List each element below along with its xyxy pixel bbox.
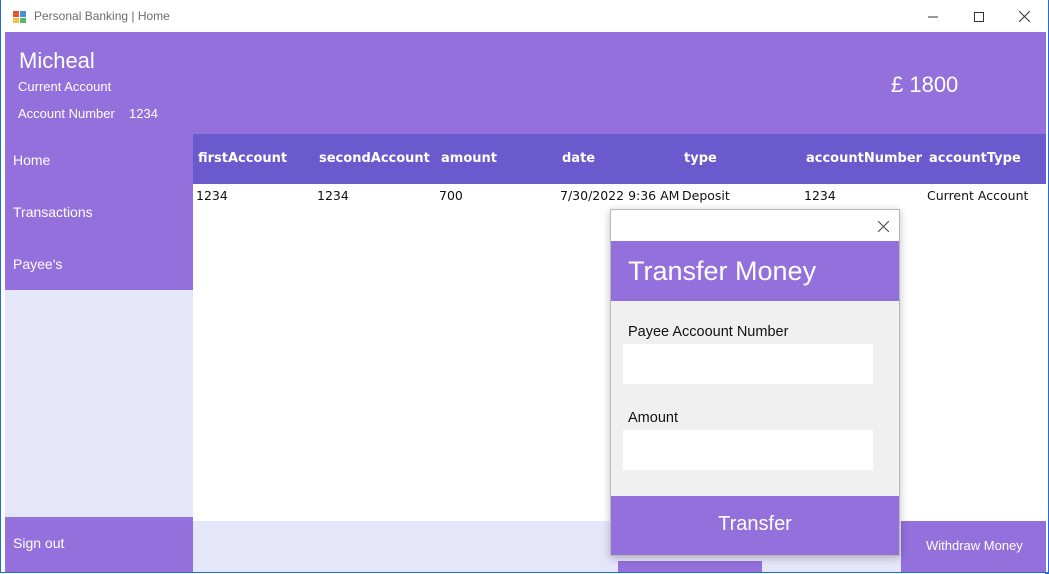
dialog-close-button[interactable]	[873, 216, 893, 236]
account-number-label: Account Number	[18, 106, 115, 121]
amount-input[interactable]	[623, 430, 873, 470]
account-header: Micheal Current Account Account Number 1…	[5, 32, 1046, 134]
nav-home[interactable]: Home	[13, 152, 50, 168]
app-icon	[13, 9, 27, 23]
close-button[interactable]	[1001, 0, 1047, 32]
main-window: Personal Banking | Home Micheal Current …	[0, 0, 1049, 573]
sign-out-label: Sign out	[13, 535, 65, 551]
column-header[interactable]: firstAccount	[198, 151, 287, 166]
withdraw-money-button[interactable]: Withdraw Money	[901, 521, 1046, 572]
transfer-money-dialog: Transfer Money Payee Accoount Number Amo…	[610, 209, 900, 556]
column-header[interactable]: date	[562, 151, 595, 166]
nav-payees[interactable]: Payee's	[13, 256, 62, 272]
maximize-icon	[974, 7, 984, 26]
sign-out-button[interactable]: Sign out	[5, 517, 193, 572]
maximize-button[interactable]	[956, 0, 1002, 32]
transfer-button-label: Transfer	[718, 513, 792, 535]
payee-account-number-label: Payee Accoount Number	[628, 324, 789, 340]
minimize-icon	[928, 7, 938, 26]
amount-label: Amount	[628, 410, 678, 426]
sidebar: Home Transactions Payee's Sign out	[5, 134, 193, 572]
close-icon	[877, 217, 889, 236]
dialog-title-bar	[611, 210, 899, 241]
table-cell: 1234	[317, 188, 349, 203]
window-title: Personal Banking | Home	[34, 9, 170, 23]
balance: £ 1800	[891, 72, 959, 97]
table-cell: 7/30/2022 9:36 AM	[560, 188, 680, 203]
action-button-partial[interactable]	[618, 561, 762, 572]
payee-account-number-input[interactable]	[623, 344, 873, 384]
column-header[interactable]: accountType	[929, 151, 1021, 166]
title-bar: Personal Banking | Home	[1, 0, 1048, 32]
nav-menu: Home Transactions Payee's	[5, 134, 193, 290]
account-type: Current Account	[18, 79, 112, 94]
column-header[interactable]: amount	[441, 151, 497, 166]
table-cell: Current Account	[927, 188, 1029, 203]
account-number-value: 1234	[129, 106, 158, 121]
withdraw-money-label: Withdraw Money	[926, 538, 1023, 553]
user-name: Micheal	[19, 48, 95, 73]
dialog-title: Transfer Money	[628, 256, 817, 286]
table-cell: 700	[439, 188, 463, 203]
nav-transactions[interactable]: Transactions	[13, 204, 93, 220]
column-header[interactable]: type	[684, 151, 717, 166]
table-cell: Deposit	[682, 188, 730, 203]
dialog-header: Transfer Money	[611, 241, 899, 301]
column-header[interactable]: accountNumber	[806, 151, 922, 166]
table-cell: 1234	[804, 188, 836, 203]
close-icon	[1018, 7, 1030, 26]
table-cell: 1234	[196, 188, 228, 203]
transfer-button[interactable]: Transfer	[611, 496, 899, 555]
minimize-button[interactable]	[910, 0, 956, 32]
column-header[interactable]: secondAccount	[319, 151, 430, 166]
table-header: firstAccount secondAccount amount date t…	[193, 134, 1046, 184]
